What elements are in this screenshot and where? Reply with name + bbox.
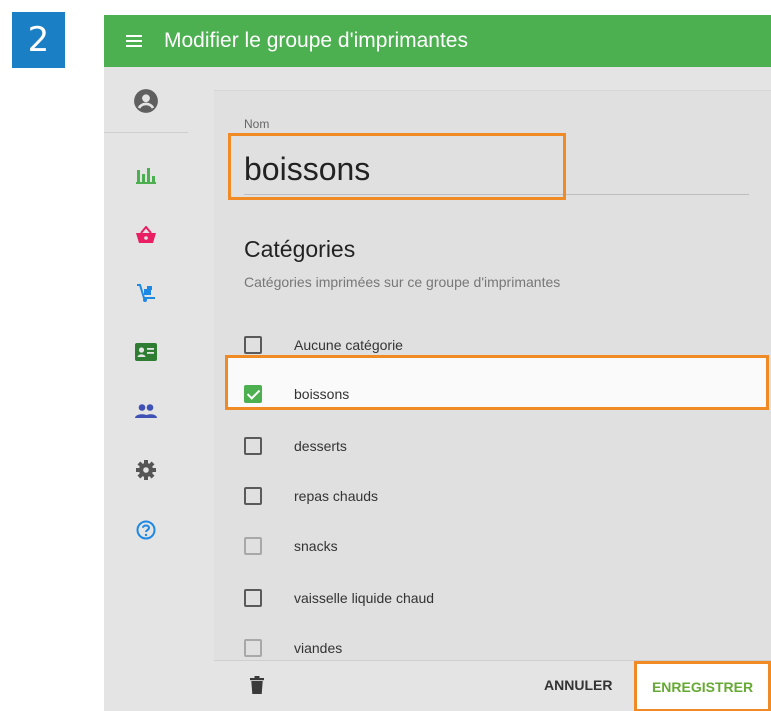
hamburger-menu-icon[interactable] bbox=[104, 15, 164, 67]
sidebar-item-users[interactable] bbox=[104, 385, 188, 437]
category-checkbox[interactable] bbox=[244, 589, 262, 607]
category-label: snacks bbox=[294, 538, 338, 554]
help-circle-icon bbox=[136, 520, 156, 540]
category-checkbox[interactable] bbox=[244, 437, 262, 455]
sidebar-item-stock[interactable] bbox=[104, 267, 188, 319]
category-label: Aucune catégorie bbox=[294, 337, 403, 353]
category-label: repas chauds bbox=[294, 488, 379, 504]
category-item[interactable]: snacks bbox=[228, 522, 771, 570]
sidebar bbox=[104, 67, 188, 711]
basket-icon bbox=[136, 226, 156, 243]
category-label: vaisselle liquide chaud bbox=[294, 590, 435, 606]
bar-chart-icon bbox=[136, 168, 156, 184]
app-window: Modifier le groupe d'imprimantes Nom boi… bbox=[104, 15, 771, 711]
id-card-icon bbox=[135, 343, 157, 361]
sidebar-item-help[interactable] bbox=[104, 504, 188, 556]
category-checkbox[interactable] bbox=[244, 639, 262, 657]
people-icon bbox=[135, 404, 157, 418]
category-item[interactable]: repas chauds bbox=[228, 472, 771, 520]
category-item[interactable]: Aucune catégorie bbox=[228, 321, 771, 369]
category-checkbox[interactable] bbox=[244, 537, 262, 555]
step-badge: 2 bbox=[12, 12, 65, 68]
sidebar-item-stats[interactable] bbox=[104, 149, 188, 201]
name-field-label: Nom bbox=[244, 117, 270, 131]
category-label: viandes bbox=[294, 640, 343, 656]
save-button[interactable]: ENREGISTRER bbox=[634, 661, 771, 711]
category-item[interactable]: desserts bbox=[228, 422, 771, 470]
sidebar-item-customers[interactable] bbox=[104, 326, 188, 378]
categories-subtitle: Catégories imprimées sur ce groupe d'imp… bbox=[244, 274, 561, 290]
category-checkbox[interactable] bbox=[244, 487, 262, 505]
hand-truck-icon bbox=[137, 284, 155, 302]
category-label: desserts bbox=[294, 438, 347, 454]
cancel-button[interactable]: ANNULER bbox=[544, 677, 612, 693]
category-item[interactable]: boissons bbox=[228, 370, 771, 418]
categories-title: Catégories bbox=[244, 236, 356, 262]
category-item[interactable]: vaisselle liquide chaud bbox=[228, 574, 771, 622]
account-circle-icon bbox=[134, 88, 158, 113]
category-checkbox[interactable] bbox=[244, 385, 262, 403]
category-checkbox[interactable] bbox=[244, 336, 262, 354]
trash-icon[interactable] bbox=[250, 676, 264, 694]
name-highlight-frame bbox=[228, 133, 566, 200]
top-app-bar: Modifier le groupe d'imprimantes bbox=[104, 15, 771, 67]
category-label: boissons bbox=[294, 386, 350, 402]
card-actions: ANNULER ENREGISTRER bbox=[214, 660, 771, 711]
gear-icon bbox=[136, 460, 156, 480]
sidebar-item-sales[interactable] bbox=[104, 209, 188, 261]
sidebar-item-settings[interactable] bbox=[104, 444, 188, 496]
page-title: Modifier le groupe d'imprimantes bbox=[164, 29, 468, 52]
sidebar-item-account[interactable] bbox=[104, 69, 188, 133]
